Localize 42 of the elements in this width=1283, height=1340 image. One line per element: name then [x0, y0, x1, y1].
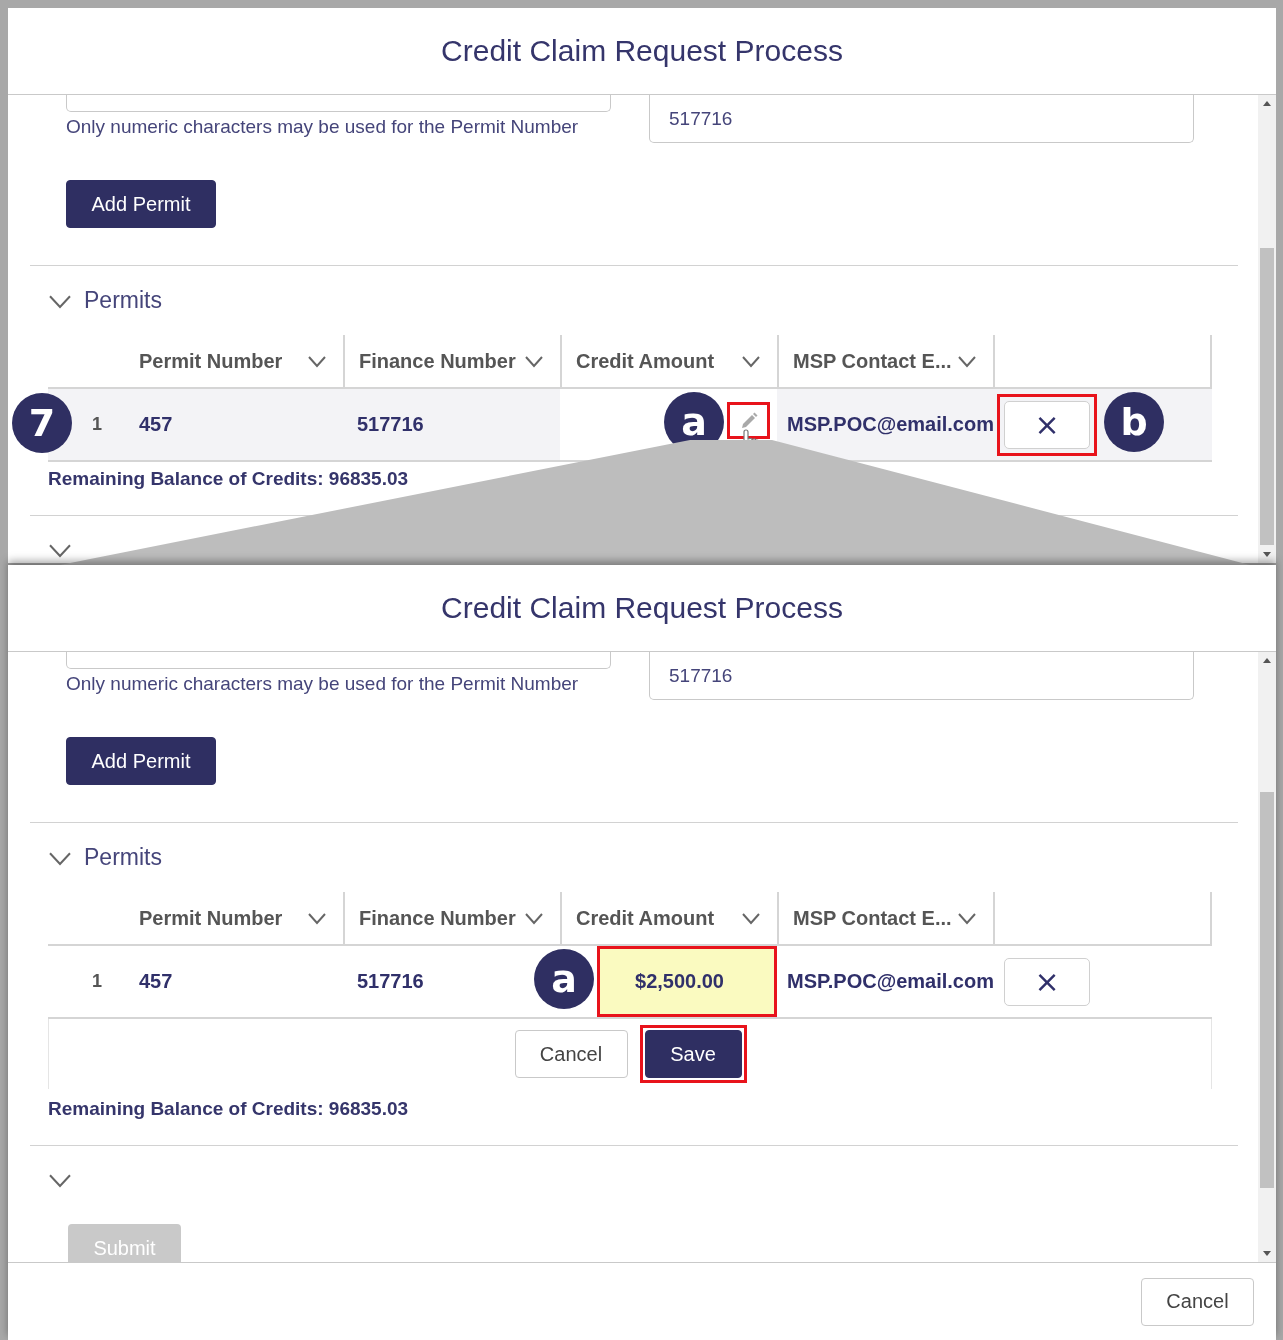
field-hint: Only numeric characters may be used for the Permit Number [66, 673, 580, 695]
delete-button[interactable]: × [1004, 400, 1090, 449]
table-cell: MSP.POC@email.com [787, 970, 994, 993]
save-button[interactable]: Save [644, 1030, 742, 1078]
add-permit-button[interactable]: Add Permit [66, 180, 216, 228]
finance-number-field[interactable]: 517716 [649, 95, 1194, 143]
step-marker: a [534, 949, 594, 1009]
column-header[interactable]: Credit Amount [560, 335, 777, 387]
credit-amount-field[interactable]: $2,500.00 [597, 946, 777, 1017]
row-number: 1 [92, 971, 102, 992]
section-title: Permits [84, 287, 162, 314]
column-header[interactable]: MSP Contact E... [777, 335, 993, 387]
finance-number-field[interactable]: 517716 [649, 652, 1194, 700]
table-cell: 457 [139, 970, 173, 993]
table-cell: MSP.POC@email.com [787, 413, 994, 436]
scrollbar[interactable] [1258, 652, 1276, 1262]
table-cell: 517716 [357, 413, 424, 436]
section-title: Permits [84, 844, 162, 871]
table-cell: 457 [139, 413, 173, 436]
cancel-button[interactable]: Cancel [1141, 1277, 1254, 1326]
add-permit-button[interactable]: Add Permit [66, 737, 216, 785]
column-header[interactable]: Credit Amount [560, 892, 777, 944]
scrollbar[interactable] [1258, 95, 1276, 563]
column-header[interactable]: Finance Number [343, 892, 560, 944]
remaining-balance: Remaining Balance of Credits: 96835.03 [48, 468, 410, 490]
dialog-title: Credit Claim Request Process [441, 34, 843, 68]
permit-input-field[interactable] [66, 652, 611, 669]
step-marker: 7 [12, 393, 72, 453]
column-header[interactable]: MSP Contact E... [777, 892, 993, 944]
row-number: 1 [92, 414, 102, 435]
column-header[interactable]: Permit Number [125, 892, 343, 944]
field-hint: Only numeric characters may be used for the Permit Number [66, 116, 580, 138]
step-marker: b [1104, 392, 1164, 452]
dialog-title: Credit Claim Request Process [441, 591, 843, 625]
cancel-button[interactable]: Cancel [514, 1030, 628, 1078]
delete-button[interactable]: × [1004, 957, 1090, 1006]
permit-input-field[interactable] [66, 95, 611, 112]
column-header[interactable]: Finance Number [343, 335, 560, 387]
table-cell: 517716 [357, 970, 424, 993]
column-header[interactable]: Permit Number [125, 335, 343, 387]
remaining-balance: Remaining Balance of Credits: 96835.03 [48, 1098, 410, 1120]
table-row[interactable]: 1 457 517716 a $2,500.00 MSP.POC@email.com × [48, 946, 1212, 1019]
